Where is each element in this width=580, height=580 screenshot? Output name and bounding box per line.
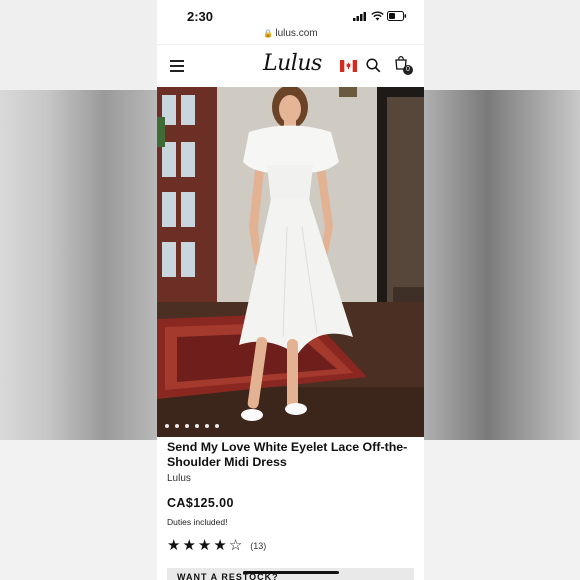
- star-filled-icon: ★: [213, 537, 227, 554]
- star-empty-icon: ☆: [228, 537, 243, 554]
- gallery-dot[interactable]: [185, 424, 189, 428]
- star-filled-icon: ★: [167, 537, 181, 554]
- site-logo[interactable]: Lulus: [263, 51, 322, 76]
- site-header: Lulus 0: [157, 44, 424, 88]
- star-filled-icon: ★: [182, 537, 196, 554]
- gallery-dot[interactable]: [215, 424, 219, 428]
- address-bar[interactable]: 🔒 lulus.com: [157, 28, 424, 39]
- want-a-restock-button[interactable]: WANT A RESTOCK?: [167, 568, 414, 580]
- phone-screen: 2:30 🔒 lulus.com Lulus 0 Send My Love Wh…: [157, 0, 424, 580]
- canada-flag-icon[interactable]: [340, 60, 357, 72]
- home-indicator[interactable]: [243, 571, 339, 574]
- rating-stars[interactable]: ★ ★ ★ ★ ☆ (13): [167, 538, 266, 554]
- product-photo-illustration: [157, 87, 424, 437]
- status-bar: 2:30: [157, 0, 424, 30]
- url-text: lulus.com: [275, 28, 318, 39]
- search-icon[interactable]: [366, 58, 381, 73]
- duties-note: Duties included!: [167, 517, 228, 527]
- product-brand[interactable]: Lulus: [167, 473, 191, 484]
- review-count[interactable]: (13): [250, 541, 266, 551]
- gallery-dot[interactable]: [165, 424, 169, 428]
- product-title: Send My Love White Eyelet Lace Off-the-S…: [167, 440, 408, 469]
- gallery-dot[interactable]: [205, 424, 209, 428]
- hamburger-menu-icon[interactable]: [170, 60, 184, 72]
- gallery-dot[interactable]: [175, 424, 179, 428]
- wifi-icon: [371, 11, 384, 21]
- product-image[interactable]: [157, 87, 424, 437]
- product-price: CA$125.00: [167, 496, 234, 510]
- gallery-dot[interactable]: [195, 424, 199, 428]
- signal-icon: [353, 12, 366, 21]
- star-filled-icon: ★: [197, 537, 212, 554]
- battery-icon: [387, 11, 407, 21]
- status-time: 2:30: [187, 9, 214, 24]
- gallery-dots[interactable]: [165, 424, 219, 428]
- cart-count-badge: 0: [403, 65, 413, 75]
- lock-icon: 🔒: [263, 29, 274, 38]
